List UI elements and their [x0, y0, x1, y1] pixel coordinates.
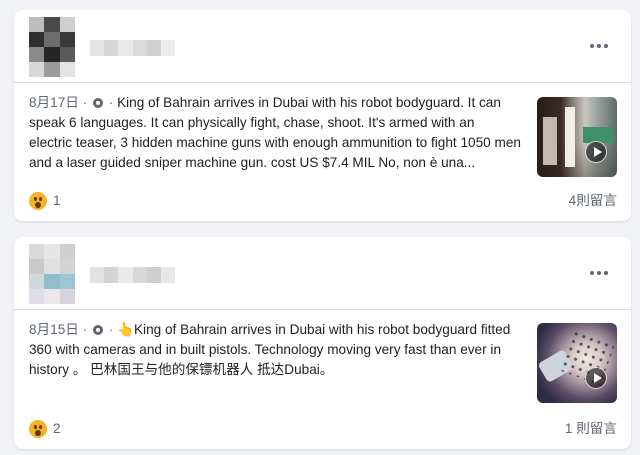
more-icon	[590, 271, 594, 275]
wow-icon[interactable]	[29, 420, 47, 438]
meta-separator: ·	[82, 322, 88, 337]
more-options-button[interactable]	[587, 264, 611, 282]
more-icon	[590, 44, 594, 48]
wow-icon[interactable]	[29, 192, 47, 210]
reaction-row: 1 4則留言	[14, 181, 631, 221]
post-text: 8月17日 · · King of Bahrain arrives in Dub…	[29, 93, 521, 173]
reaction-count[interactable]: 1	[53, 192, 61, 210]
author-name[interactable]	[90, 40, 175, 56]
more-options-button[interactable]	[587, 37, 611, 55]
comment-count[interactable]: 1 則留言	[565, 420, 617, 438]
post-card: 8月17日 · · King of Bahrain arrives in Dub…	[14, 10, 631, 221]
video-thumbnail[interactable]	[537, 323, 617, 403]
globe-icon	[92, 325, 103, 335]
meta-separator: ·	[108, 95, 114, 110]
play-icon	[585, 367, 607, 389]
reaction-row: 2 1 則留言	[14, 409, 631, 449]
meta-separator: ·	[108, 322, 114, 337]
post-message: King of Bahrain arrives in Dubai with hi…	[29, 95, 521, 170]
post-date[interactable]: 8月17日	[29, 95, 79, 110]
reaction-count[interactable]: 2	[53, 420, 61, 438]
post-date[interactable]: 8月15日	[29, 322, 79, 337]
post-card: 8月15日 · · 👆King of Bahrain arrives in Du…	[14, 237, 631, 449]
comment-count[interactable]: 4則留言	[569, 192, 617, 210]
author-name[interactable]	[90, 267, 175, 283]
globe-icon	[92, 98, 103, 108]
meta-separator: ·	[82, 95, 88, 110]
post-header	[14, 10, 631, 83]
avatar[interactable]	[29, 17, 75, 77]
video-thumbnail[interactable]	[537, 97, 617, 177]
post-text: 8月15日 · · 👆King of Bahrain arrives in Du…	[29, 320, 521, 380]
avatar[interactable]	[29, 244, 75, 304]
post-header	[14, 237, 631, 310]
play-icon	[585, 141, 607, 163]
